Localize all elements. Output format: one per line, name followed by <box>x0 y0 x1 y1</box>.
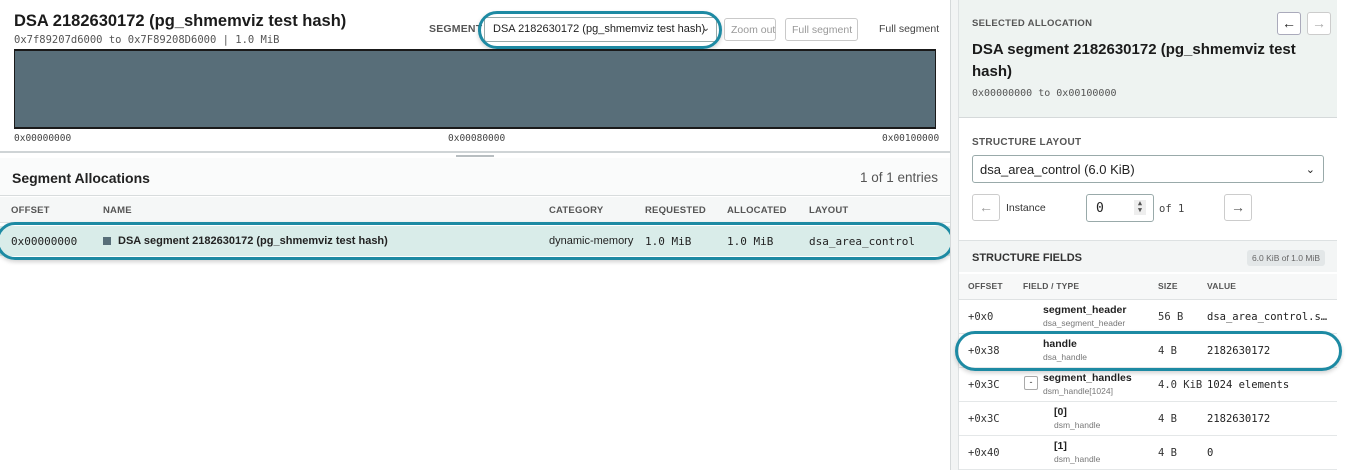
forward-button[interactable]: → <box>1307 12 1331 35</box>
row-allocated: 1.0 MiB <box>727 235 774 248</box>
row-layout: dsa_area_control <box>809 235 915 248</box>
field-type: dsm_handle <box>1054 420 1101 430</box>
back-button[interactable]: ← <box>1277 12 1301 35</box>
field-size: 4 B <box>1158 447 1177 459</box>
structure-fields-label: STRUCTURE FIELDS <box>972 252 1082 264</box>
chevron-down-icon: ⌄ <box>1305 164 1315 176</box>
field-type: dsa_segment_header <box>1043 318 1126 328</box>
instance-label: Instance <box>1006 202 1046 214</box>
field-name: [0] <box>1054 406 1067 418</box>
selected-allocation-card: SELECTED ALLOCATION DSA segment 21826301… <box>959 0 1337 118</box>
field-offset: +0x40 <box>968 447 1000 459</box>
field-offset: +0x3C <box>968 413 1000 425</box>
page-title: DSA 2182630172 (pg_shmemviz test hash) <box>14 12 347 30</box>
structure-fields-header: STRUCTURE FIELDS 6.0 KiB of 1.0 MiB <box>959 240 1337 272</box>
field-value: 0 <box>1207 447 1214 459</box>
field-row[interactable]: +0x0 segment_header dsa_segment_header 5… <box>959 300 1337 334</box>
field-offset: +0x38 <box>968 345 1000 357</box>
column-header-category[interactable]: CATEGORY <box>549 205 603 216</box>
field-row[interactable]: +0x40 [1] dsm_handle 4 B 0 <box>959 436 1337 470</box>
column-header-offset[interactable]: OFFSET <box>11 205 50 216</box>
details-pane-resize-edge[interactable] <box>951 0 959 470</box>
spinner-icon[interactable]: ▲ ▼ <box>1134 200 1146 215</box>
column-header-requested[interactable]: REQUESTED <box>645 205 706 216</box>
memory-map-block[interactable] <box>14 49 936 129</box>
fields-table-header: OFFSET FIELD / TYPE SIZE VALUE <box>959 274 1337 300</box>
field-row[interactable]: +0x38 handle dsa_handle 4 B 2182630172 <box>959 334 1337 368</box>
field-value: dsa_area_control.s… <box>1207 311 1328 323</box>
instance-value: 0 <box>1096 201 1104 216</box>
field-column-type: FIELD / TYPE <box>1023 281 1080 291</box>
field-size: 4.0 KiB <box>1158 379 1203 391</box>
full-segment-link[interactable]: Full segment <box>879 23 939 35</box>
instance-prev-button[interactable]: ← <box>972 194 1000 221</box>
arrow-right-icon: → <box>1231 199 1245 215</box>
allocations-count: 1 of 1 entries <box>859 170 938 185</box>
full-segment-button[interactable]: Full segment <box>785 18 858 41</box>
segment-select[interactable]: DSA 2182630172 (pg_shmemviz test hash) ⌄ <box>484 17 717 42</box>
field-value: 1024 elements <box>1207 379 1290 391</box>
row-name: DSA segment 2182630172 (pg_shmemviz test… <box>118 235 388 247</box>
field-type: dsm_handle <box>1054 454 1101 464</box>
field-value: 2182630172 <box>1207 413 1271 425</box>
column-header-name[interactable]: NAME <box>103 205 132 216</box>
segment-range: 0x7f89207d6000 to 0x7F89208D6000 | 1.0 M… <box>14 34 280 46</box>
structure-layout-select[interactable]: dsa_area_control (6.0 KiB) ⌄ <box>972 155 1324 183</box>
instance-number-input[interactable]: 0 ▲ ▼ <box>1086 194 1154 222</box>
memory-map-end-address: 0x00100000 <box>882 133 940 144</box>
resize-handle[interactable] <box>456 155 494 157</box>
field-name: segment_handles <box>1043 372 1132 384</box>
category-color-swatch <box>103 237 111 245</box>
field-offset: +0x3C <box>968 379 1000 391</box>
allocations-header: Segment Allocations 1 of 1 entries <box>0 158 950 196</box>
selected-allocation-range: 0x00000000 to 0x00100000 <box>972 88 1117 99</box>
field-type: dsa_handle <box>1043 352 1087 362</box>
column-header-allocated[interactable]: ALLOCATED <box>727 205 787 216</box>
structure-layout-label: STRUCTURE LAYOUT <box>972 137 1082 148</box>
field-row[interactable]: +0x3C - segment_handles dsm_handle[1024]… <box>959 368 1337 402</box>
selected-allocation-title: DSA segment 2182630172 (pg_shmemviz test… <box>972 41 1296 80</box>
instance-next-button[interactable]: → <box>1224 194 1252 221</box>
pane-divider[interactable] <box>0 151 950 153</box>
arrow-left-icon: ← <box>1282 15 1296 31</box>
field-column-offset: OFFSET <box>968 281 1003 291</box>
structure-layout-value: dsa_area_control (6.0 KiB) <box>980 162 1135 177</box>
details-pane: SELECTED ALLOCATION DSA segment 21826301… <box>950 0 1348 470</box>
allocations-table-header: OFFSET NAME CATEGORY REQUESTED ALLOCATED… <box>0 197 950 223</box>
table-row[interactable]: 0x00000000 DSA segment 2182630172 (pg_sh… <box>0 226 950 256</box>
field-size: 4 B <box>1158 345 1177 357</box>
row-requested: 1.0 MiB <box>645 235 692 248</box>
allocations-title: Segment Allocations <box>12 170 150 186</box>
structure-size-badge: 6.0 KiB of 1.0 MiB <box>1246 250 1325 266</box>
field-column-size: SIZE <box>1158 281 1178 291</box>
collapse-toggle-button[interactable]: - <box>1024 376 1038 390</box>
field-name: [1] <box>1054 440 1067 452</box>
field-name: segment_header <box>1043 304 1127 316</box>
field-name: handle <box>1043 338 1077 350</box>
field-offset: +0x0 <box>968 311 994 323</box>
zoom-out-button[interactable]: Zoom out <box>724 18 776 41</box>
chevron-down-icon: ⌄ <box>701 23 710 34</box>
field-row[interactable]: +0x3C [0] dsm_handle 4 B 2182630172 <box>959 402 1337 436</box>
instance-count: of 1 <box>1159 203 1185 215</box>
segment-view-pane: DSA 2182630172 (pg_shmemviz test hash) 0… <box>0 0 954 470</box>
column-header-layout[interactable]: LAYOUT <box>809 205 848 216</box>
field-column-value: VALUE <box>1207 281 1237 291</box>
row-offset: 0x00000000 <box>11 235 78 248</box>
field-value: 2182630172 <box>1207 345 1271 357</box>
segment-select-label: SEGMENT <box>429 23 483 35</box>
row-category: dynamic-memory <box>549 235 634 247</box>
field-size: 4 B <box>1158 413 1177 425</box>
memory-map-start-address: 0x00000000 <box>14 133 72 144</box>
selected-allocation-label: SELECTED ALLOCATION <box>972 18 1093 29</box>
app-root: DSA 2182630172 (pg_shmemviz test hash) 0… <box>0 0 1348 470</box>
field-type: dsm_handle[1024] <box>1043 386 1113 396</box>
memory-map-mid-address: 0x00080000 <box>448 133 506 144</box>
segment-select-value: DSA 2182630172 (pg_shmemviz test hash) <box>493 23 706 35</box>
field-size: 56 B <box>1158 311 1184 323</box>
arrow-left-icon: ← <box>979 199 993 215</box>
arrow-right-icon: → <box>1312 15 1326 31</box>
